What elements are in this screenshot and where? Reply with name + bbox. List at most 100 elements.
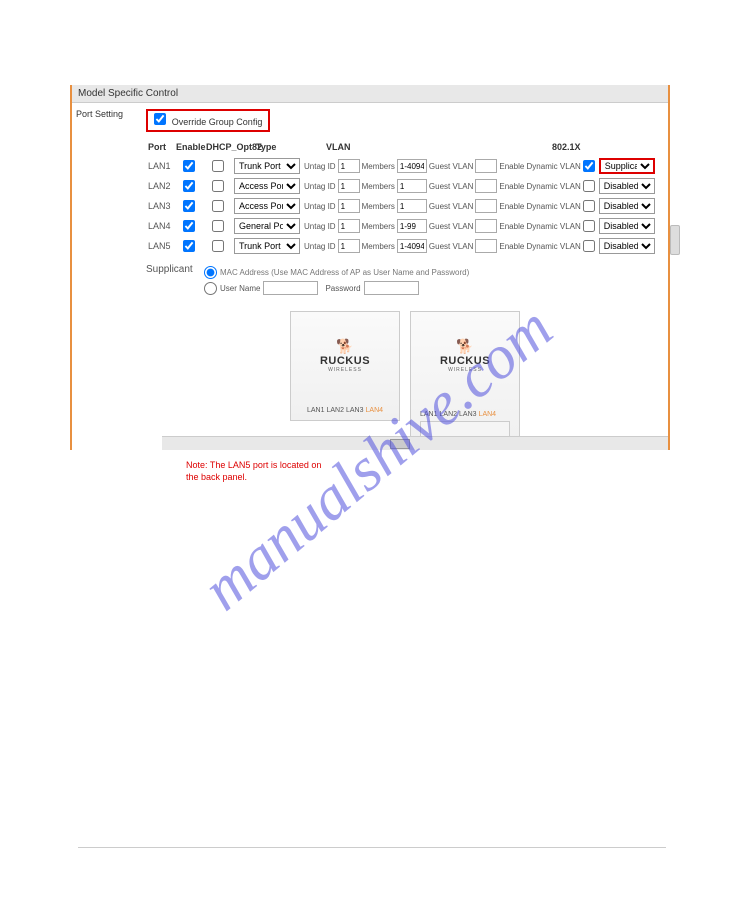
enable-checkbox[interactable] bbox=[183, 200, 195, 212]
enable-checkbox[interactable] bbox=[183, 180, 195, 192]
dhcp-opt82-checkbox[interactable] bbox=[212, 180, 224, 192]
members-input[interactable] bbox=[397, 199, 427, 213]
port-type-select[interactable]: General Port bbox=[234, 218, 300, 234]
override-group-config-box: Override Group Config bbox=[146, 109, 270, 132]
device-logo-text: RUCKUS bbox=[320, 355, 370, 367]
horizontal-scrollbar[interactable] bbox=[162, 436, 668, 450]
port-type-select[interactable]: Access Port bbox=[234, 198, 300, 214]
table-row: LAN5 Trunk Port Untag ID Members Guest V… bbox=[146, 238, 664, 254]
table-row: LAN1 Trunk Port Untag ID Members Guest V… bbox=[146, 158, 664, 174]
guest-vlan-input[interactable] bbox=[475, 219, 497, 233]
header-port: Port bbox=[146, 140, 174, 154]
members-input[interactable] bbox=[397, 179, 427, 193]
enable-dynamic-vlan-checkbox[interactable] bbox=[583, 240, 595, 252]
untag-id-input[interactable] bbox=[338, 219, 360, 233]
header-dhcp: DHCP_Opt82 bbox=[204, 140, 254, 154]
enable-dynamic-vlan-checkbox[interactable] bbox=[583, 160, 595, 172]
dhcp-opt82-checkbox[interactable] bbox=[212, 240, 224, 252]
device-logo-text: RUCKUS bbox=[440, 355, 490, 367]
port-name: LAN4 bbox=[146, 221, 174, 231]
port-type-select[interactable]: Trunk Port bbox=[234, 158, 300, 174]
guest-vlan-input[interactable] bbox=[475, 239, 497, 253]
untag-id-input[interactable] bbox=[338, 239, 360, 253]
guest-vlan-label: Guest VLAN bbox=[429, 182, 473, 191]
port-type-select[interactable]: Access Port bbox=[234, 178, 300, 194]
dot1x-select[interactable]: Disabled bbox=[599, 178, 655, 194]
enable-dynamic-vlan-label: Enable Dynamic VLAN bbox=[499, 162, 580, 171]
port-name: LAN3 bbox=[146, 201, 174, 211]
members-input[interactable] bbox=[397, 239, 427, 253]
guest-vlan-label: Guest VLAN bbox=[429, 202, 473, 211]
device-image-2: 🐕 RUCKUS WIRELESS LAN1 LAN2 LAN3 LAN4 bbox=[410, 311, 520, 446]
enable-dynamic-vlan-label: Enable Dynamic VLAN bbox=[499, 222, 580, 231]
port-name: LAN5 bbox=[146, 241, 174, 251]
enable-dynamic-vlan-label: Enable Dynamic VLAN bbox=[499, 182, 580, 191]
enable-dynamic-vlan-label: Enable Dynamic VLAN bbox=[499, 242, 580, 251]
table-row: LAN3 Access Port Untag ID Members Guest … bbox=[146, 198, 664, 214]
enable-dynamic-vlan-checkbox[interactable] bbox=[583, 180, 595, 192]
untag-id-label: Untag ID bbox=[304, 202, 336, 211]
ruckus-dog-icon: 🐕 bbox=[336, 338, 353, 355]
dot1x-select[interactable]: Supplicant bbox=[599, 158, 655, 174]
dot1x-select[interactable]: Disabled bbox=[599, 218, 655, 234]
supplicant-user-radio[interactable] bbox=[204, 282, 217, 295]
supplicant-username-input[interactable] bbox=[263, 281, 318, 295]
port-setting-label: Port Setting bbox=[76, 109, 138, 119]
enable-checkbox[interactable] bbox=[183, 240, 195, 252]
guest-vlan-label: Guest VLAN bbox=[429, 222, 473, 231]
port-type-select[interactable]: Trunk Port bbox=[234, 238, 300, 254]
supplicant-password-label: Password bbox=[325, 284, 360, 293]
untag-id-label: Untag ID bbox=[304, 242, 336, 251]
guest-vlan-input[interactable] bbox=[475, 199, 497, 213]
section-title: Model Specific Control bbox=[72, 85, 668, 103]
dhcp-opt82-checkbox[interactable] bbox=[212, 220, 224, 232]
device-logo-sub: WIRELESS bbox=[448, 367, 482, 373]
members-label: Members bbox=[362, 202, 395, 211]
override-group-config-checkbox[interactable] bbox=[154, 113, 166, 125]
guest-vlan-label: Guest VLAN bbox=[429, 242, 473, 251]
guest-vlan-label: Guest VLAN bbox=[429, 162, 473, 171]
untag-id-input[interactable] bbox=[338, 179, 360, 193]
header-vlan: VLAN bbox=[324, 140, 550, 154]
untag-id-label: Untag ID bbox=[304, 182, 336, 191]
enable-dynamic-vlan-checkbox[interactable] bbox=[583, 220, 595, 232]
dhcp-opt82-checkbox[interactable] bbox=[212, 200, 224, 212]
guest-vlan-input[interactable] bbox=[475, 179, 497, 193]
header-enable: Enable bbox=[174, 140, 204, 154]
note-text: Note: The LAN5 port is located on the ba… bbox=[186, 460, 336, 483]
members-input[interactable] bbox=[397, 219, 427, 233]
members-label: Members bbox=[362, 162, 395, 171]
device2-lan-labels: LAN1 LAN2 LAN3 LAN4 bbox=[420, 411, 510, 418]
members-label: Members bbox=[362, 182, 395, 191]
supplicant-mac-radio[interactable] bbox=[204, 266, 217, 279]
table-row: LAN2 Access Port Untag ID Members Guest … bbox=[146, 178, 664, 194]
members-input[interactable] bbox=[397, 159, 427, 173]
supplicant-password-input[interactable] bbox=[364, 281, 419, 295]
device-image-1: 🐕 RUCKUS WIRELESS LAN1 LAN2 LAN3 LAN4 bbox=[290, 311, 400, 421]
header-type: Type bbox=[254, 140, 324, 154]
enable-checkbox[interactable] bbox=[183, 220, 195, 232]
dot1x-select[interactable]: Disabled bbox=[599, 238, 655, 254]
vertical-scrollbar-thumb[interactable] bbox=[670, 225, 680, 255]
dot1x-select[interactable]: Disabled bbox=[599, 198, 655, 214]
override-group-config-label: Override Group Config bbox=[172, 117, 263, 127]
device1-lan-labels: LAN1 LAN2 LAN3 LAN4 bbox=[307, 407, 383, 414]
supplicant-user-label: User Name bbox=[220, 284, 260, 293]
port-name: LAN2 bbox=[146, 181, 174, 191]
port-name: LAN1 bbox=[146, 161, 174, 171]
ruckus-dog-icon: 🐕 bbox=[456, 338, 473, 355]
guest-vlan-input[interactable] bbox=[475, 159, 497, 173]
untag-id-label: Untag ID bbox=[304, 162, 336, 171]
enable-dynamic-vlan-checkbox[interactable] bbox=[583, 200, 595, 212]
untag-id-label: Untag ID bbox=[304, 222, 336, 231]
supplicant-label: Supplicant bbox=[146, 264, 204, 297]
enable-dynamic-vlan-label: Enable Dynamic VLAN bbox=[499, 202, 580, 211]
scroll-thumb[interactable] bbox=[390, 439, 410, 449]
header-dot1x: 802.1X bbox=[550, 140, 610, 154]
untag-id-input[interactable] bbox=[338, 159, 360, 173]
table-row: LAN4 General Port Untag ID Members Guest… bbox=[146, 218, 664, 234]
members-label: Members bbox=[362, 242, 395, 251]
untag-id-input[interactable] bbox=[338, 199, 360, 213]
enable-checkbox[interactable] bbox=[183, 160, 195, 172]
dhcp-opt82-checkbox[interactable] bbox=[212, 160, 224, 172]
